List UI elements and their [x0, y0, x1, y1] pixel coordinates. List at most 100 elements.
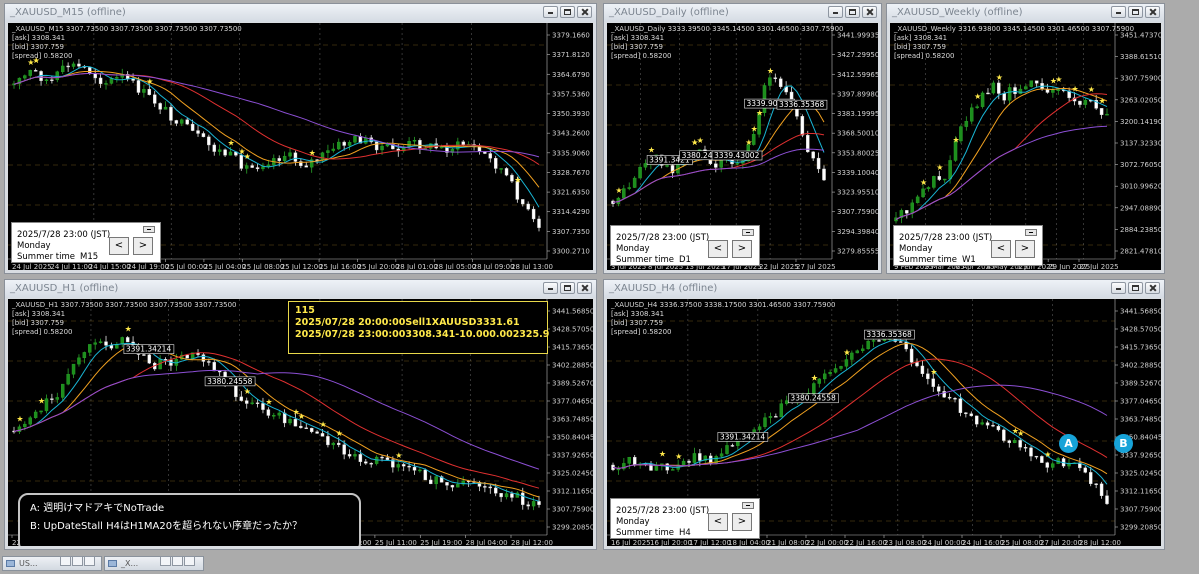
chart-area[interactable]: ★★★★★★★★★★3391.34213380.245583339.430023… [607, 23, 878, 270]
price-tick-label: 3337.92650 [552, 452, 593, 460]
panel-minimize-button[interactable] [1025, 229, 1037, 236]
panel-summer-time: Summer time [17, 252, 75, 262]
close-button[interactable] [577, 6, 592, 18]
time-tick-label: 28 Jul 12:00 [511, 539, 553, 546]
price-tick-label: 3321.6350 [552, 189, 590, 197]
titlebar[interactable]: _XAUUSD_H4 (offline) [604, 280, 1164, 298]
signal-star: ★ [38, 396, 45, 405]
panel-minimize-button[interactable] [742, 229, 754, 236]
maximize-button[interactable] [560, 6, 575, 18]
minimized-windows-bar: US... _X... [0, 554, 1199, 574]
spread-value: [spread] 0.58200 [894, 52, 955, 60]
maximize-button[interactable] [172, 556, 183, 566]
price-level-label: 3380.24558 [790, 394, 836, 403]
maximize-button[interactable] [1128, 6, 1143, 18]
prev-bar-button[interactable]: < [708, 240, 728, 258]
minimized-controls [160, 556, 195, 566]
candle-body [800, 116, 805, 136]
price-tick-label: 3368.50010 [837, 130, 878, 138]
candle-body [60, 65, 65, 73]
window-h1[interactable]: _XAUUSD_H1 (offline) ★ ★ ★ ★ ★ ★ ★ ★ ★ ★ 3391.3421… [4, 279, 597, 550]
candle-body [407, 465, 411, 468]
candle-body [1099, 483, 1104, 496]
candle-body [288, 152, 292, 157]
price-level-label: 3380.24558 [207, 377, 253, 386]
candle-body [212, 362, 216, 372]
candle-body [665, 165, 669, 167]
ma-mid-line [612, 342, 1108, 475]
next-bar-button[interactable]: > [732, 513, 752, 531]
price-tick-label: 3339.10040 [837, 169, 878, 177]
window-weekly[interactable]: _XAUUSD_Weekly (offline) ★ ★ ★ ★ ★ ★ ★ ★ ★ ★ 3451.… [886, 3, 1165, 274]
signal-star: ★ [514, 175, 521, 184]
candle-body [196, 130, 200, 134]
prev-bar-button[interactable]: < [109, 237, 129, 255]
titlebar[interactable]: _XAUUSD_M15 (offline) [5, 4, 596, 22]
window-daily[interactable]: _XAUUSD_Daily (offline) ★★★★★★★★★★3391.3… [603, 3, 882, 274]
window-h4[interactable]: _XAUUSD_H4 (offline) ★ ★ ★ ★ ★ ★ ★ ★ ★ ★ 3391.3421… [603, 279, 1165, 550]
candle-body [499, 493, 503, 498]
minimize-button[interactable] [543, 6, 558, 18]
restore-button[interactable] [160, 556, 171, 566]
candle-body [369, 463, 373, 465]
chart-area[interactable]: ★ ★ ★ ★ ★ ★ ★ ★ ★ ★ 3391.34214 3380.24558 3336.35368… [607, 299, 1161, 546]
candle-body [66, 374, 70, 385]
candle-body [627, 457, 632, 464]
next-bar-button[interactable]: > [133, 237, 153, 255]
close-button[interactable] [577, 282, 592, 294]
price-tick-label: 3428.57050 [1120, 326, 1161, 334]
marker-b: B [1114, 434, 1133, 453]
panel-datetime: 2025/7/28 23:00 (JST) [616, 506, 710, 516]
price-tick-label: 3377.04650 [1120, 398, 1161, 406]
time-tick-label: 25 Jul 00:00 [166, 263, 208, 270]
minimize-button[interactable] [543, 282, 558, 294]
note-line-a: A: 週明けマドアキでNoTrade [30, 503, 165, 514]
price-tick-label: 3307.7350 [552, 228, 590, 236]
panel-minimize-button[interactable] [143, 226, 155, 233]
candle-body [692, 453, 697, 463]
panel-day: Monday [616, 244, 650, 254]
chart-area[interactable]: ★ ★ ★ ★ ★ ★ ★ ★ ★ ★ 3451.47370 3388.61510 3307.75900… [890, 23, 1161, 270]
window-m15[interactable]: _XAUUSD_M15 (offline) ★ ★ ★ ★ ★ ★ ★ ★ ★ ★ 3379.166… [4, 3, 597, 274]
symbol-quote: _XAUUSD_M15 3307.73500 3307.73500 3307.7… [12, 25, 242, 33]
maximize-button[interactable] [1128, 282, 1143, 294]
minimize-button[interactable] [1111, 282, 1126, 294]
candle-body [261, 403, 265, 410]
next-bar-button[interactable]: > [732, 240, 752, 258]
maximize-button[interactable] [72, 556, 83, 566]
maximize-button[interactable] [560, 282, 575, 294]
maximize-button[interactable] [845, 6, 860, 18]
candle-body [986, 92, 990, 95]
panel-timeframe: W1 [962, 255, 976, 265]
candle-body [866, 340, 870, 350]
candle-body [93, 73, 97, 79]
close-button[interactable] [84, 556, 95, 566]
close-button[interactable] [862, 6, 877, 18]
chart-area[interactable]: ★ ★ ★ ★ ★ ★ ★ ★ ★ ★ 3379.1660 3371.8120 3364.6790 335… [8, 23, 593, 270]
candle-body [915, 362, 919, 367]
candle-body [622, 188, 626, 199]
candle-body [537, 501, 541, 505]
price-tick-label: 3389.52670 [552, 380, 593, 388]
titlebar[interactable]: _XAUUSD_Weekly (offline) [887, 4, 1164, 22]
titlebar[interactable]: _XAUUSD_Daily (offline) [604, 4, 881, 22]
minimize-button[interactable] [828, 6, 843, 18]
symbol-quote: _XAUUSD_H1 3307.73500 3307.73500 3307.73… [12, 301, 237, 309]
panel-minimize-button[interactable] [742, 502, 754, 509]
minimize-button[interactable] [1111, 6, 1126, 18]
titlebar[interactable]: _XAUUSD_H1 (offline) [5, 280, 596, 298]
next-bar-button[interactable]: > [1015, 240, 1035, 258]
panel-timeframe: H4 [679, 528, 691, 538]
ma-mid-line [895, 87, 1108, 220]
price-tick-label: 3350.3930 [552, 110, 590, 118]
close-button[interactable] [184, 556, 195, 566]
time-tick-label: 27 Jul 2025 [1079, 263, 1119, 270]
close-button[interactable] [1145, 282, 1160, 294]
chart-area[interactable]: ★ ★ ★ ★ ★ ★ ★ ★ ★ ★ 3391.34214 3380.24558 3441.56850… [8, 299, 593, 546]
close-button[interactable] [1145, 6, 1160, 18]
price-tick-label: 3371.8120 [552, 51, 590, 59]
prev-bar-button[interactable]: < [708, 513, 728, 531]
ma-slow-line [612, 133, 825, 203]
prev-bar-button[interactable]: < [991, 240, 1011, 258]
restore-button[interactable] [60, 556, 71, 566]
